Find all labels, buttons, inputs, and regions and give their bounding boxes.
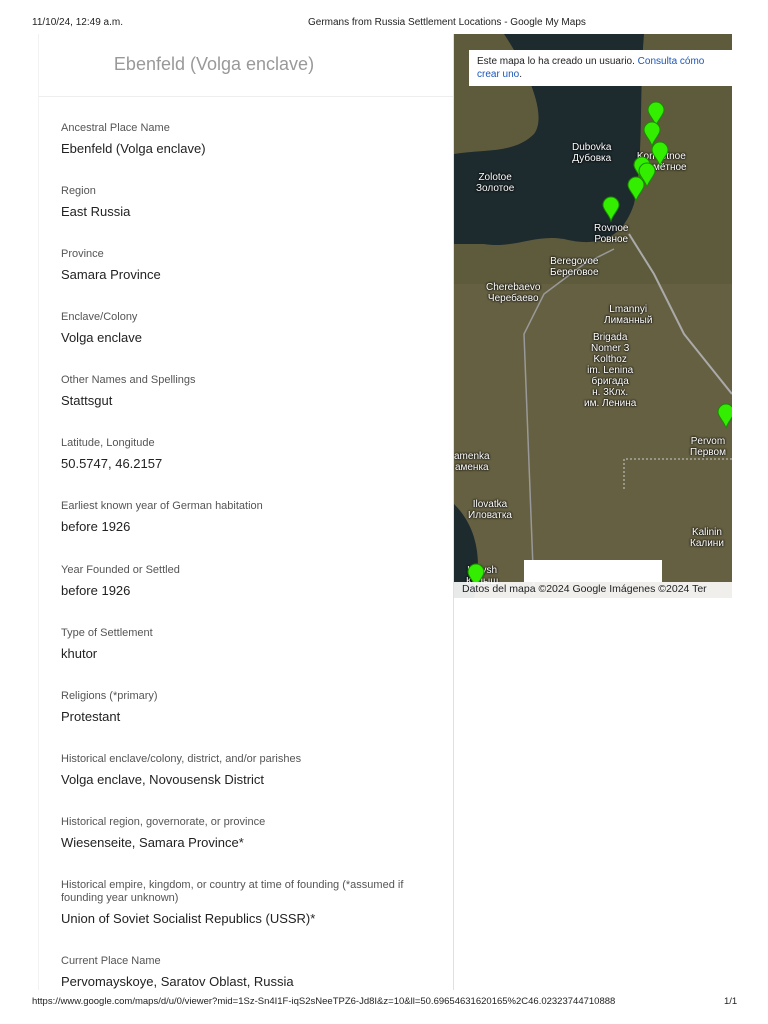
map-place-label: Ilovatka Иловатка: [468, 499, 512, 521]
feature-details-panel: Ebenfeld (Volga enclave) Ancestral Place…: [38, 34, 454, 990]
map-place-label: Beregovoe Береговое: [550, 256, 599, 278]
field-label: Religions (*primary): [61, 690, 158, 702]
field-0: Ancestral Place Name Ebenfeld (Volga encl…: [61, 122, 441, 156]
field-value: Union of Soviet Socialist Republics (USS…: [61, 911, 316, 926]
notice-text: Este mapa lo ha creado un usuario.: [477, 56, 635, 67]
field-value: before 1926: [61, 519, 131, 534]
field-label: Enclave/Colony: [61, 311, 138, 323]
field-label: Historical empire, kingdom, or country a…: [61, 879, 404, 904]
map-place-label: Dubovka Дубовка: [572, 142, 612, 164]
field-8: Type of Settlement khutor: [61, 627, 441, 661]
map-place-label: Rovnoe Ровное: [594, 223, 629, 245]
field-9: Religions (*primary) Protestant: [61, 690, 441, 724]
field-value: Pervomayskoye, Saratov Oblast, Russia: [61, 974, 294, 989]
field-value: khutor: [61, 646, 98, 661]
map-view[interactable]: Dubovka ДубовкаZolotoe ЗолотоеKormetnoe …: [454, 34, 732, 598]
print-url: https://www.google.com/maps/d/u/0/viewer…: [32, 996, 616, 1007]
field-label: Ancestral Place Name: [61, 122, 170, 134]
field-label: Historical region, governorate, or provi…: [61, 816, 266, 828]
divider: [39, 96, 453, 97]
map-place-label: Cherebaevo Черебаево: [486, 282, 541, 304]
field-label: Earliest known year of German habitation: [61, 500, 263, 512]
field-value: before 1926: [61, 583, 131, 598]
field-label: Type of Settlement: [61, 627, 153, 639]
field-7: Year Founded or Settled before 1926: [61, 564, 441, 598]
field-value: Protestant: [61, 709, 121, 724]
field-value: East Russia: [61, 204, 131, 219]
field-3: Enclave/Colony Volga enclave: [61, 311, 441, 345]
field-value: 50.5747, 46.2157: [61, 456, 163, 471]
field-value: Wiesenseite, Samara Province*: [61, 835, 244, 850]
field-value: Volga enclave: [61, 330, 142, 345]
field-6: Earliest known year of German habitation…: [61, 500, 441, 534]
feature-title: Ebenfeld (Volga enclave): [113, 54, 315, 74]
field-10: Historical enclave/colony, district, and…: [61, 753, 441, 787]
map-place-label: amenka аменка: [454, 451, 490, 473]
map-place-label: Zolotoe Золотое: [476, 172, 515, 194]
print-datetime: 11/10/24, 12:49 a.m.: [32, 17, 123, 28]
map-attribution: Datos del mapa ©2024 Google Imágenes ©20…: [454, 582, 732, 598]
page-number: 1/1: [724, 996, 738, 1007]
blank-overlay: [524, 560, 662, 582]
map-pin-icon[interactable]: [627, 176, 645, 202]
map-place-label: Kalinin Калини: [690, 527, 724, 549]
field-11: Historical region, governorate, or provi…: [61, 816, 441, 850]
map-pin-icon[interactable]: [717, 403, 732, 429]
field-label: Province: [61, 248, 104, 260]
field-2: Province Samara Province: [61, 248, 441, 282]
field-1: Region East Russia: [61, 185, 441, 219]
field-value: Stattsgut: [61, 393, 113, 408]
user-map-notice: Este mapa lo ha creado un usuario. Consu…: [469, 50, 732, 86]
field-label: Latitude, Longitude: [61, 437, 155, 449]
field-label: Other Names and Spellings: [61, 374, 196, 386]
field-12: Historical empire, kingdom, or country a…: [61, 879, 441, 926]
map-place-label: Brigada Nomer 3 Kolthoz im. Lenina брига…: [584, 332, 637, 409]
map-place-label: Pervom Первом: [690, 436, 726, 458]
field-5: Latitude, Longitude 50.5747, 46.2157: [61, 437, 441, 471]
field-label: Historical enclave/colony, district, and…: [61, 753, 302, 765]
map-place-label: Lmannyi Лиманный: [604, 304, 653, 326]
field-value: Samara Province: [61, 267, 161, 282]
field-value: Volga enclave, Novousensk District: [61, 772, 265, 787]
field-label: Year Founded or Settled: [61, 564, 180, 576]
field-4: Other Names and Spellings Stattsgut: [61, 374, 441, 408]
map-pin-icon[interactable]: [602, 196, 620, 222]
print-title: Germans from Russia Settlement Locations…: [308, 17, 586, 28]
field-value: Ebenfeld (Volga enclave): [61, 141, 206, 156]
field-13: Current Place Name Pervomayskoye, Saratov…: [61, 955, 441, 989]
field-label: Region: [61, 185, 96, 197]
field-label: Current Place Name: [61, 955, 161, 967]
